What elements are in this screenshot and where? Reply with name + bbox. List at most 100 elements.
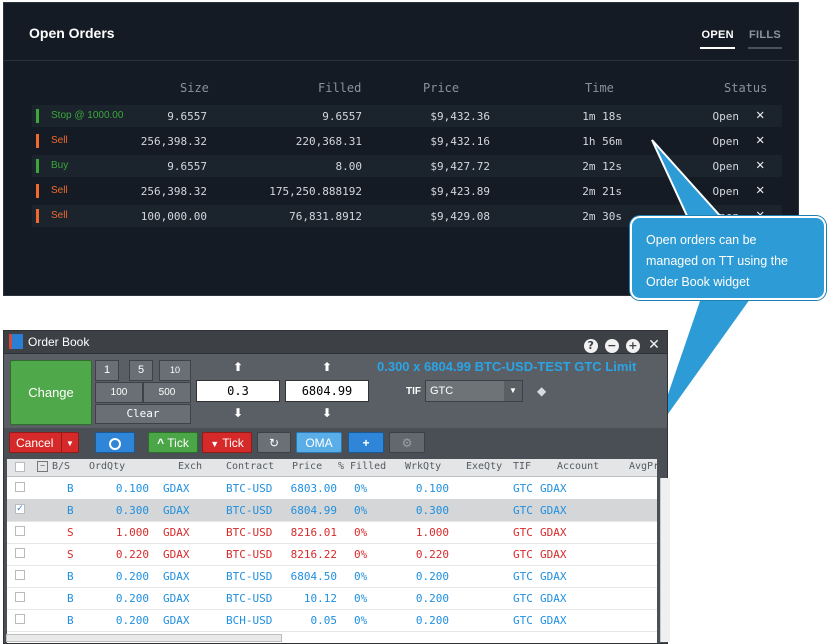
- close-icon[interactable]: ✕: [756, 182, 764, 198]
- order-size: 100,000.00: [140, 210, 207, 223]
- chevron-down-icon[interactable]: ▼: [61, 433, 78, 452]
- algo-button[interactable]: ⚙: [389, 432, 425, 453]
- open-order-row[interactable]: Sell 256,398.32 175,250.888192 $9,423.89 2m …: [32, 180, 782, 202]
- minus-tick-label: Tick: [222, 436, 244, 450]
- row-contract: BTC-USD: [226, 570, 273, 583]
- tif-select[interactable]: GTC ▼: [425, 380, 523, 402]
- help-icon[interactable]: ?: [583, 339, 598, 353]
- minimize-icon[interactable]: −: [604, 339, 619, 353]
- row-account: GDAX: [540, 592, 567, 605]
- add-window-icon[interactable]: +: [625, 339, 640, 353]
- qty-down-arrow-icon[interactable]: ⬇: [196, 406, 280, 420]
- column-header-price[interactable]: Price: [423, 81, 459, 95]
- column-header-price[interactable]: Price: [292, 461, 322, 472]
- order-filled: 76,831.8912: [289, 210, 362, 223]
- window-controls: ? − + ✕: [582, 334, 661, 353]
- plus-tick-button[interactable]: ^ Tick: [148, 432, 198, 453]
- clear-button[interactable]: Clear: [95, 404, 191, 424]
- column-header-exeqty[interactable]: ExeQty: [466, 461, 502, 472]
- price-input[interactable]: 6804.99: [285, 380, 369, 402]
- price-up-arrow-icon[interactable]: ⬆: [285, 360, 369, 374]
- row-checkbox[interactable]: [15, 570, 25, 580]
- column-header-filled[interactable]: % Filled: [338, 461, 386, 472]
- collapse-icon[interactable]: −: [37, 461, 48, 472]
- order-book-row[interactable]: B 0.200 GDAX BTC-USD 10.12 0% 0.200 GTC GDAX: [7, 587, 657, 610]
- row-wrkqty: 1.000: [415, 526, 449, 539]
- order-book-row[interactable]: S 1.000 GDAX BTC-USD 8216.01 0% 1.000 GTC GDAX: [7, 521, 657, 544]
- history-button[interactable]: [95, 432, 135, 453]
- row-checkbox[interactable]: [15, 526, 25, 536]
- row-checkbox[interactable]: ✓: [15, 504, 25, 514]
- horizontal-scrollbar[interactable]: [6, 634, 282, 642]
- order-entry-section: Change 1 5 10 100 500 Clear ⬆ 0.3 ⬇ ⬆ 68…: [4, 354, 667, 428]
- order-book-row[interactable]: B 0.200 GDAX BCH-USD 0.05 0% 0.200 GTC GDAX: [7, 609, 657, 632]
- column-header-ordqty[interactable]: OrdQty: [89, 461, 125, 472]
- column-header-time[interactable]: Time: [585, 81, 614, 95]
- column-header-wrkqty[interactable]: WrkQty: [405, 461, 441, 472]
- close-icon[interactable]: ✕: [756, 107, 764, 123]
- minus-tick-button[interactable]: ▼ Tick: [202, 432, 252, 453]
- column-header-account[interactable]: Account: [557, 461, 599, 472]
- qty-5-button[interactable]: 5: [129, 360, 153, 381]
- row-checkbox[interactable]: [15, 548, 25, 558]
- qty-up-arrow-icon[interactable]: ⬆: [196, 360, 280, 374]
- row-exch: GDAX: [163, 482, 190, 495]
- price-down-arrow-icon[interactable]: ⬇: [285, 406, 369, 420]
- add-button[interactable]: +: [348, 432, 384, 453]
- close-icon[interactable]: ✕: [756, 157, 764, 173]
- cancel-button[interactable]: Cancel ▼: [9, 432, 79, 453]
- qty-500-button[interactable]: 500: [143, 382, 191, 403]
- column-header-filled[interactable]: Filled: [318, 81, 361, 95]
- quantity-input[interactable]: 0.3: [196, 380, 280, 402]
- order-filled: 175,250.888192: [269, 185, 362, 198]
- column-header-avgprc[interactable]: AvgPrc: [629, 461, 657, 472]
- row-filled: 0%: [354, 592, 368, 605]
- order-book-titlebar[interactable]: Order Book ? − + ✕: [4, 331, 667, 354]
- row-checkbox[interactable]: [15, 482, 25, 492]
- select-all-checkbox[interactable]: [15, 462, 25, 472]
- row-tif: GTC: [513, 548, 533, 561]
- chevron-down-icon: ▼: [504, 381, 522, 401]
- order-book-row[interactable]: ✓ B 0.300 GDAX BTC-USD 6804.99 0% 0.300 GTC GDAX: [7, 499, 657, 522]
- order-price: $9,432.16: [430, 135, 490, 148]
- order-book-row[interactable]: B 0.200 GDAX BTC-USD 6804.50 0% 0.200 GTC GDAX: [7, 565, 657, 588]
- close-icon[interactable]: ✕: [756, 132, 764, 148]
- order-price: $9,427.72: [430, 160, 490, 173]
- change-button[interactable]: Change: [10, 360, 92, 425]
- order-side: Sell: [51, 185, 68, 196]
- open-order-row[interactable]: Sell 256,398.32 220,368.31 $9,432.16 1h 56m O…: [32, 130, 782, 152]
- row-tif: GTC: [513, 482, 533, 495]
- qty-10-button[interactable]: 10: [159, 360, 191, 381]
- order-book-row[interactable]: S 0.220 GDAX BTC-USD 8216.22 0% 0.220 GTC GDAX: [7, 543, 657, 566]
- row-tif: GTC: [513, 570, 533, 583]
- open-order-row[interactable]: Stop @ 1000.00 9.6557 9.6557 $9,432.36 1m 18…: [32, 105, 782, 127]
- tab-open[interactable]: OPEN: [700, 29, 735, 49]
- order-size: 256,398.32: [140, 185, 207, 198]
- column-header-contract[interactable]: Contract: [226, 461, 274, 472]
- oma-button[interactable]: OMA: [296, 432, 342, 453]
- open-orders-title: Open Orders: [29, 25, 115, 41]
- tab-fills[interactable]: FILLS: [747, 29, 782, 49]
- order-book-row[interactable]: B 0.100 GDAX BTC-USD 6803.00 0% 0.100 GTC GDAX: [7, 477, 657, 500]
- qty-1-button[interactable]: 1: [95, 360, 119, 381]
- qty-100-button[interactable]: 100: [95, 382, 143, 403]
- row-contract: BTC-USD: [226, 504, 273, 517]
- column-header-exch[interactable]: Exch: [178, 461, 202, 472]
- row-filled: 0%: [354, 570, 368, 583]
- row-account: GDAX: [540, 526, 567, 539]
- row-wrkqty: 0.200: [415, 592, 449, 605]
- column-header-size[interactable]: Size: [180, 81, 209, 95]
- column-header-status[interactable]: Status: [724, 81, 767, 95]
- tif-select-value: GTC: [430, 385, 454, 397]
- tag-icon[interactable]: ◆: [537, 384, 546, 398]
- refresh-button[interactable]: ↻: [257, 432, 291, 453]
- column-header-bs[interactable]: B/S: [52, 461, 70, 472]
- row-ordqty: 1.000: [115, 526, 149, 539]
- row-contract: BTC-USD: [226, 482, 273, 495]
- open-order-row[interactable]: Buy 9.6557 8.00 $9,427.72 2m 12s Open ✕: [32, 155, 782, 177]
- row-checkbox[interactable]: [15, 614, 25, 624]
- vertical-scrollbar[interactable]: [660, 478, 670, 642]
- column-header-tif[interactable]: TIF: [513, 461, 531, 472]
- row-checkbox[interactable]: [15, 592, 25, 602]
- close-icon[interactable]: ✕: [647, 338, 661, 352]
